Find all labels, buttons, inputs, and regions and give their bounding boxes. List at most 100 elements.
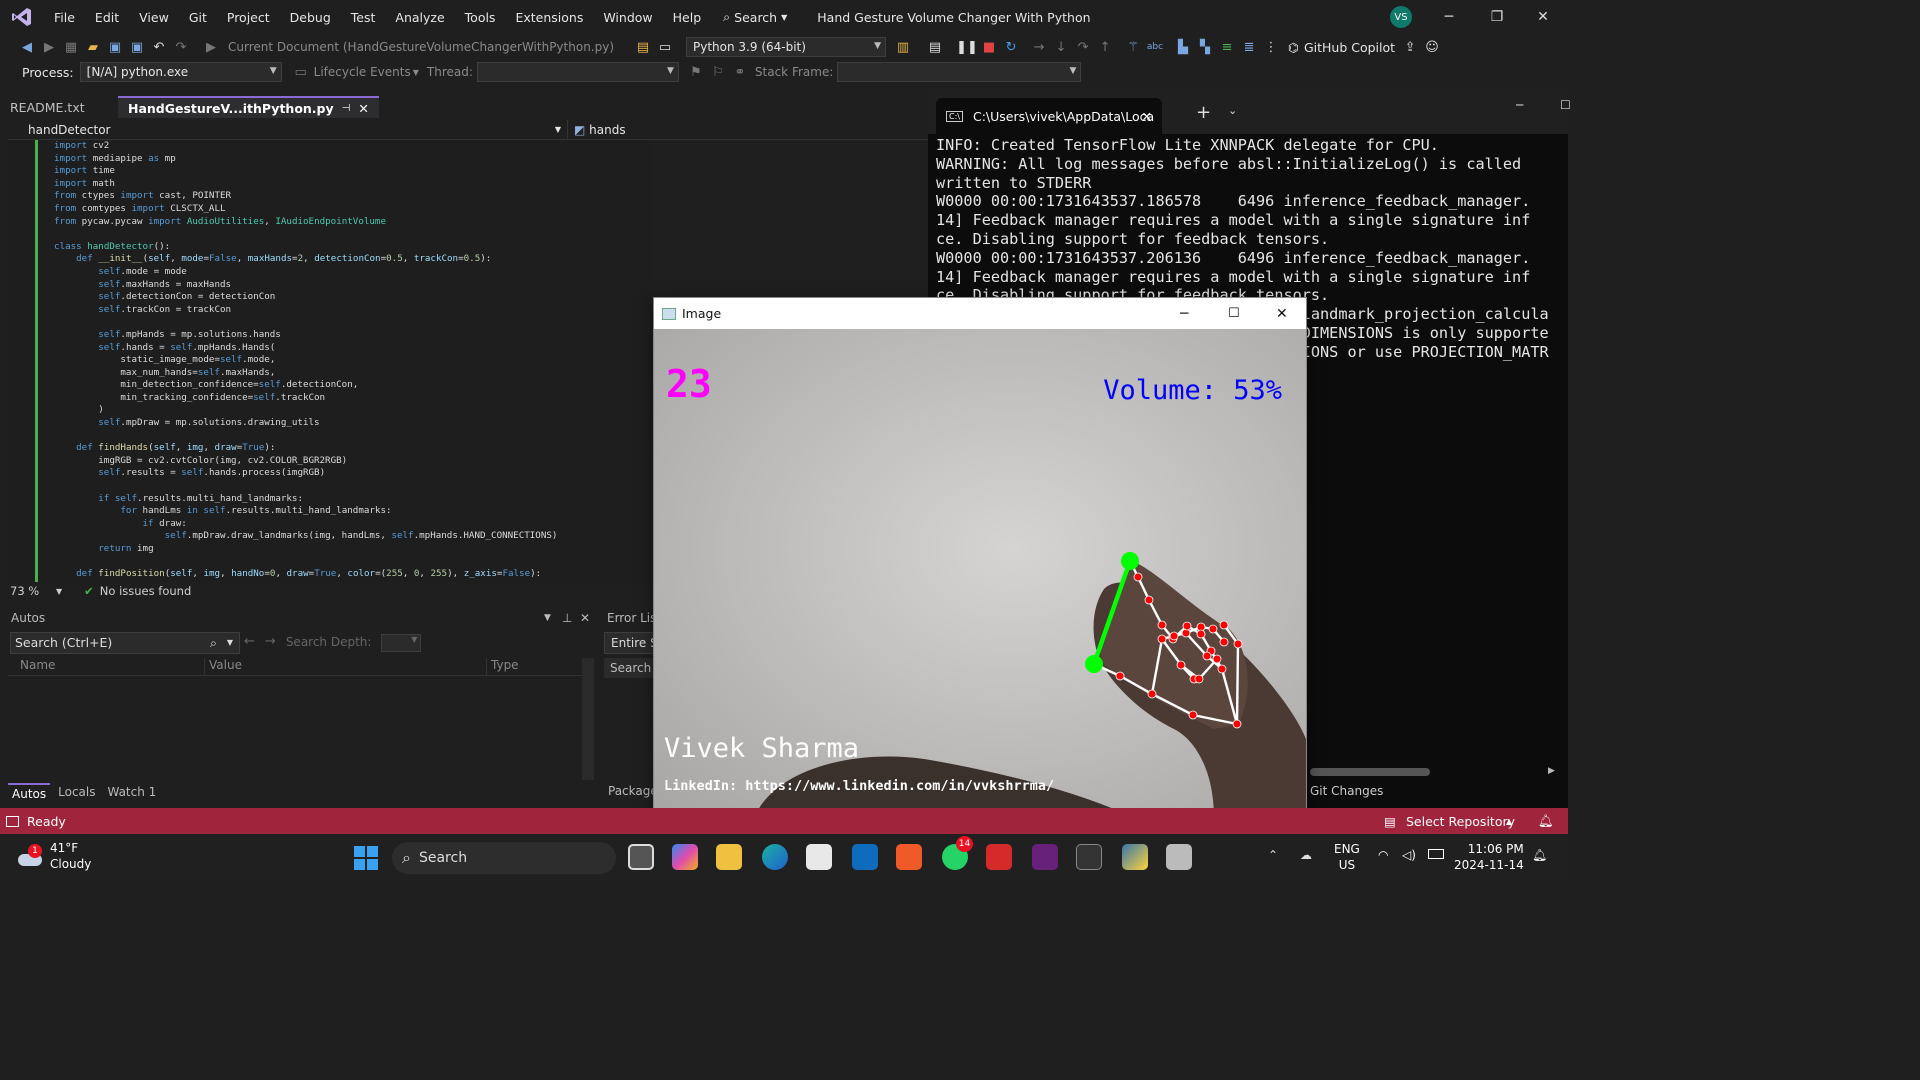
maximize-icon[interactable]: ☐ xyxy=(1560,98,1571,112)
menu-git[interactable]: Git xyxy=(179,10,217,25)
menu-window[interactable]: Window xyxy=(593,10,662,25)
folder-icon[interactable]: ▤ xyxy=(632,36,654,58)
package-icon[interactable]: ▥ xyxy=(892,36,914,58)
menu-view[interactable]: View xyxy=(129,10,179,25)
menu-file[interactable]: File xyxy=(44,10,85,25)
layout-icon[interactable]: ▭ xyxy=(654,36,676,58)
github-copilot-button[interactable]: ⌬ GitHub Copilot xyxy=(1288,40,1395,55)
snipping-tool-icon[interactable] xyxy=(1166,844,1192,870)
process-select[interactable]: [N/A] python.exe ▼ xyxy=(79,62,282,82)
tab-autos[interactable]: Autos xyxy=(8,783,51,803)
whatsapp-icon[interactable]: 14 xyxy=(942,836,973,870)
show-threads-icon[interactable]: ⚭ xyxy=(729,61,751,83)
new-project-icon[interactable]: ▦ xyxy=(60,36,82,58)
restart-icon[interactable]: ↻ xyxy=(1000,36,1022,58)
step-out-icon[interactable]: ↷ xyxy=(1072,36,1094,58)
avatar[interactable]: VS xyxy=(1390,6,1412,28)
menu-extensions[interactable]: Extensions xyxy=(505,10,593,25)
autos-search-input[interactable]: Search (Ctrl+E) ⌕ ▼ xyxy=(10,632,240,654)
package-tab[interactable]: Package xyxy=(608,784,654,798)
edge-icon[interactable] xyxy=(762,844,788,870)
overflow-icon[interactable]: ⋮ xyxy=(1260,36,1282,58)
zoom-level[interactable]: 73 % xyxy=(8,584,56,598)
notifications-icon[interactable]: 🔔︎ xyxy=(1538,813,1554,829)
menu-analyze[interactable]: Analyze xyxy=(385,10,454,25)
column-name[interactable]: Name xyxy=(8,658,204,675)
search-button[interactable]: ⌕ Search ▼ xyxy=(723,9,787,25)
volume-icon[interactable]: ◁) xyxy=(1402,848,1416,862)
code-editor[interactable]: import cv2 import mediapipe as mp import… xyxy=(8,140,653,582)
minimize-button[interactable]: ─ xyxy=(1180,306,1188,322)
lifecycle-icon[interactable]: ▭ xyxy=(290,61,312,83)
wifi-icon[interactable]: ◠ xyxy=(1378,848,1388,862)
store-icon[interactable] xyxy=(806,844,832,870)
system-clock[interactable]: 11:06 PM 2024-11-14 xyxy=(1454,841,1524,873)
chevron-right-icon[interactable]: ▶ xyxy=(1548,766,1555,776)
menu-project[interactable]: Project xyxy=(217,10,280,25)
comment-icon[interactable]: ▚ xyxy=(1194,36,1216,58)
step-back-icon[interactable]: ↑ xyxy=(1094,36,1116,58)
thread-select[interactable]: ▼ xyxy=(476,62,679,82)
step-over-icon[interactable]: → xyxy=(1028,36,1050,58)
camera-frame[interactable]: 23 Volume: 53% Vivek Sharma LinkedIn: ht… xyxy=(654,329,1306,818)
tab-readme[interactable]: README.txt xyxy=(0,96,118,118)
outdent-icon[interactable]: ≣ xyxy=(1238,36,1260,58)
close-icon[interactable]: ✕ xyxy=(358,101,368,116)
flag-threads-icon[interactable]: ⚐ xyxy=(707,61,729,83)
window-layout-icon[interactable]: ▤ xyxy=(924,36,946,58)
input-language[interactable]: ENG US xyxy=(1334,841,1360,873)
chevron-down-icon[interactable]: ▼ xyxy=(56,587,62,596)
python-icon[interactable] xyxy=(1122,844,1148,870)
file-explorer-icon[interactable] xyxy=(716,844,742,870)
stack-frame-select[interactable]: ▼ xyxy=(837,62,1082,82)
outlook-icon[interactable] xyxy=(852,844,878,870)
share-icon[interactable]: ⇪ xyxy=(1399,36,1421,58)
back-icon[interactable]: ← xyxy=(244,634,255,652)
git-changes-tab[interactable]: Git Changes xyxy=(1310,784,1383,798)
search-depth-select[interactable]: ▼ xyxy=(381,634,422,652)
autos-scrollbar[interactable] xyxy=(582,658,594,780)
image-window-titlebar[interactable]: Image ─ ☐ ✕ xyxy=(654,298,1306,329)
feedback-icon[interactable]: ☺ xyxy=(1421,36,1443,58)
column-value[interactable]: Value xyxy=(204,658,486,675)
flag-icon[interactable]: ⚑ xyxy=(685,61,707,83)
save-all-icon[interactable]: ▣ xyxy=(126,36,148,58)
indent-icon[interactable]: ≡ xyxy=(1216,36,1238,58)
tab-main-script[interactable]: HandGestureV...ithPython.py ⊣ ✕ xyxy=(118,96,379,118)
error-search-input[interactable]: Search E xyxy=(604,658,654,678)
select-repository-button[interactable]: Select Repository xyxy=(1406,814,1515,829)
task-view-icon[interactable] xyxy=(628,844,654,870)
code-text[interactable]: import cv2 import mediapipe as mp import… xyxy=(54,140,557,581)
error-scope-select[interactable]: Entire S xyxy=(604,632,654,654)
member-navigation-dropdown[interactable]: ◩ hands xyxy=(568,123,626,137)
current-document-label[interactable]: Current Document (HandGestureVolumeChang… xyxy=(228,40,614,54)
step-into-icon[interactable]: ↓ xyxy=(1050,36,1072,58)
python-env-select[interactable]: Python 3.9 (64-bit) ▼ xyxy=(686,37,887,57)
terminal-tab[interactable]: C:\ C:\Users\vivek\AppData\Loca ✕ xyxy=(936,98,1162,134)
tab-watch-1[interactable]: Watch 1 xyxy=(103,783,160,803)
tab-locals[interactable]: Locals xyxy=(54,783,99,803)
chevron-down-icon[interactable]: ▼ xyxy=(544,613,551,623)
start-icon[interactable] xyxy=(354,846,378,870)
notification-bell-icon[interactable]: 🔔︎ xyxy=(1532,848,1547,862)
taskbar-search-box[interactable]: ⌕ Search xyxy=(392,842,616,874)
menu-debug[interactable]: Debug xyxy=(280,10,341,25)
weather-widget[interactable]: 1 41°F Cloudy xyxy=(16,840,91,872)
pause-icon[interactable]: ❚❚ xyxy=(956,36,978,58)
save-icon[interactable]: ▣ xyxy=(104,36,126,58)
menu-help[interactable]: Help xyxy=(663,10,712,25)
start-icon[interactable]: ▶ xyxy=(200,36,222,58)
close-button[interactable]: ✕ xyxy=(1520,0,1566,34)
redo-icon[interactable]: ↷ xyxy=(170,36,192,58)
spellcheck-icon[interactable]: abc xyxy=(1144,36,1166,58)
format-icon[interactable]: ▙ xyxy=(1172,36,1194,58)
brave-icon[interactable] xyxy=(896,844,922,870)
terminal-icon[interactable] xyxy=(1076,844,1102,870)
column-type[interactable]: Type xyxy=(486,658,519,675)
onedrive-icon[interactable]: ☁︎ xyxy=(1300,848,1312,862)
new-tab-icon[interactable]: + xyxy=(1196,102,1211,123)
back-icon[interactable]: ◀ xyxy=(16,36,38,58)
close-icon[interactable]: ✕ xyxy=(580,611,590,625)
issues-status[interactable]: No issues found xyxy=(100,584,191,598)
class-navigation-dropdown[interactable]: handDetector ▼ xyxy=(8,119,568,140)
